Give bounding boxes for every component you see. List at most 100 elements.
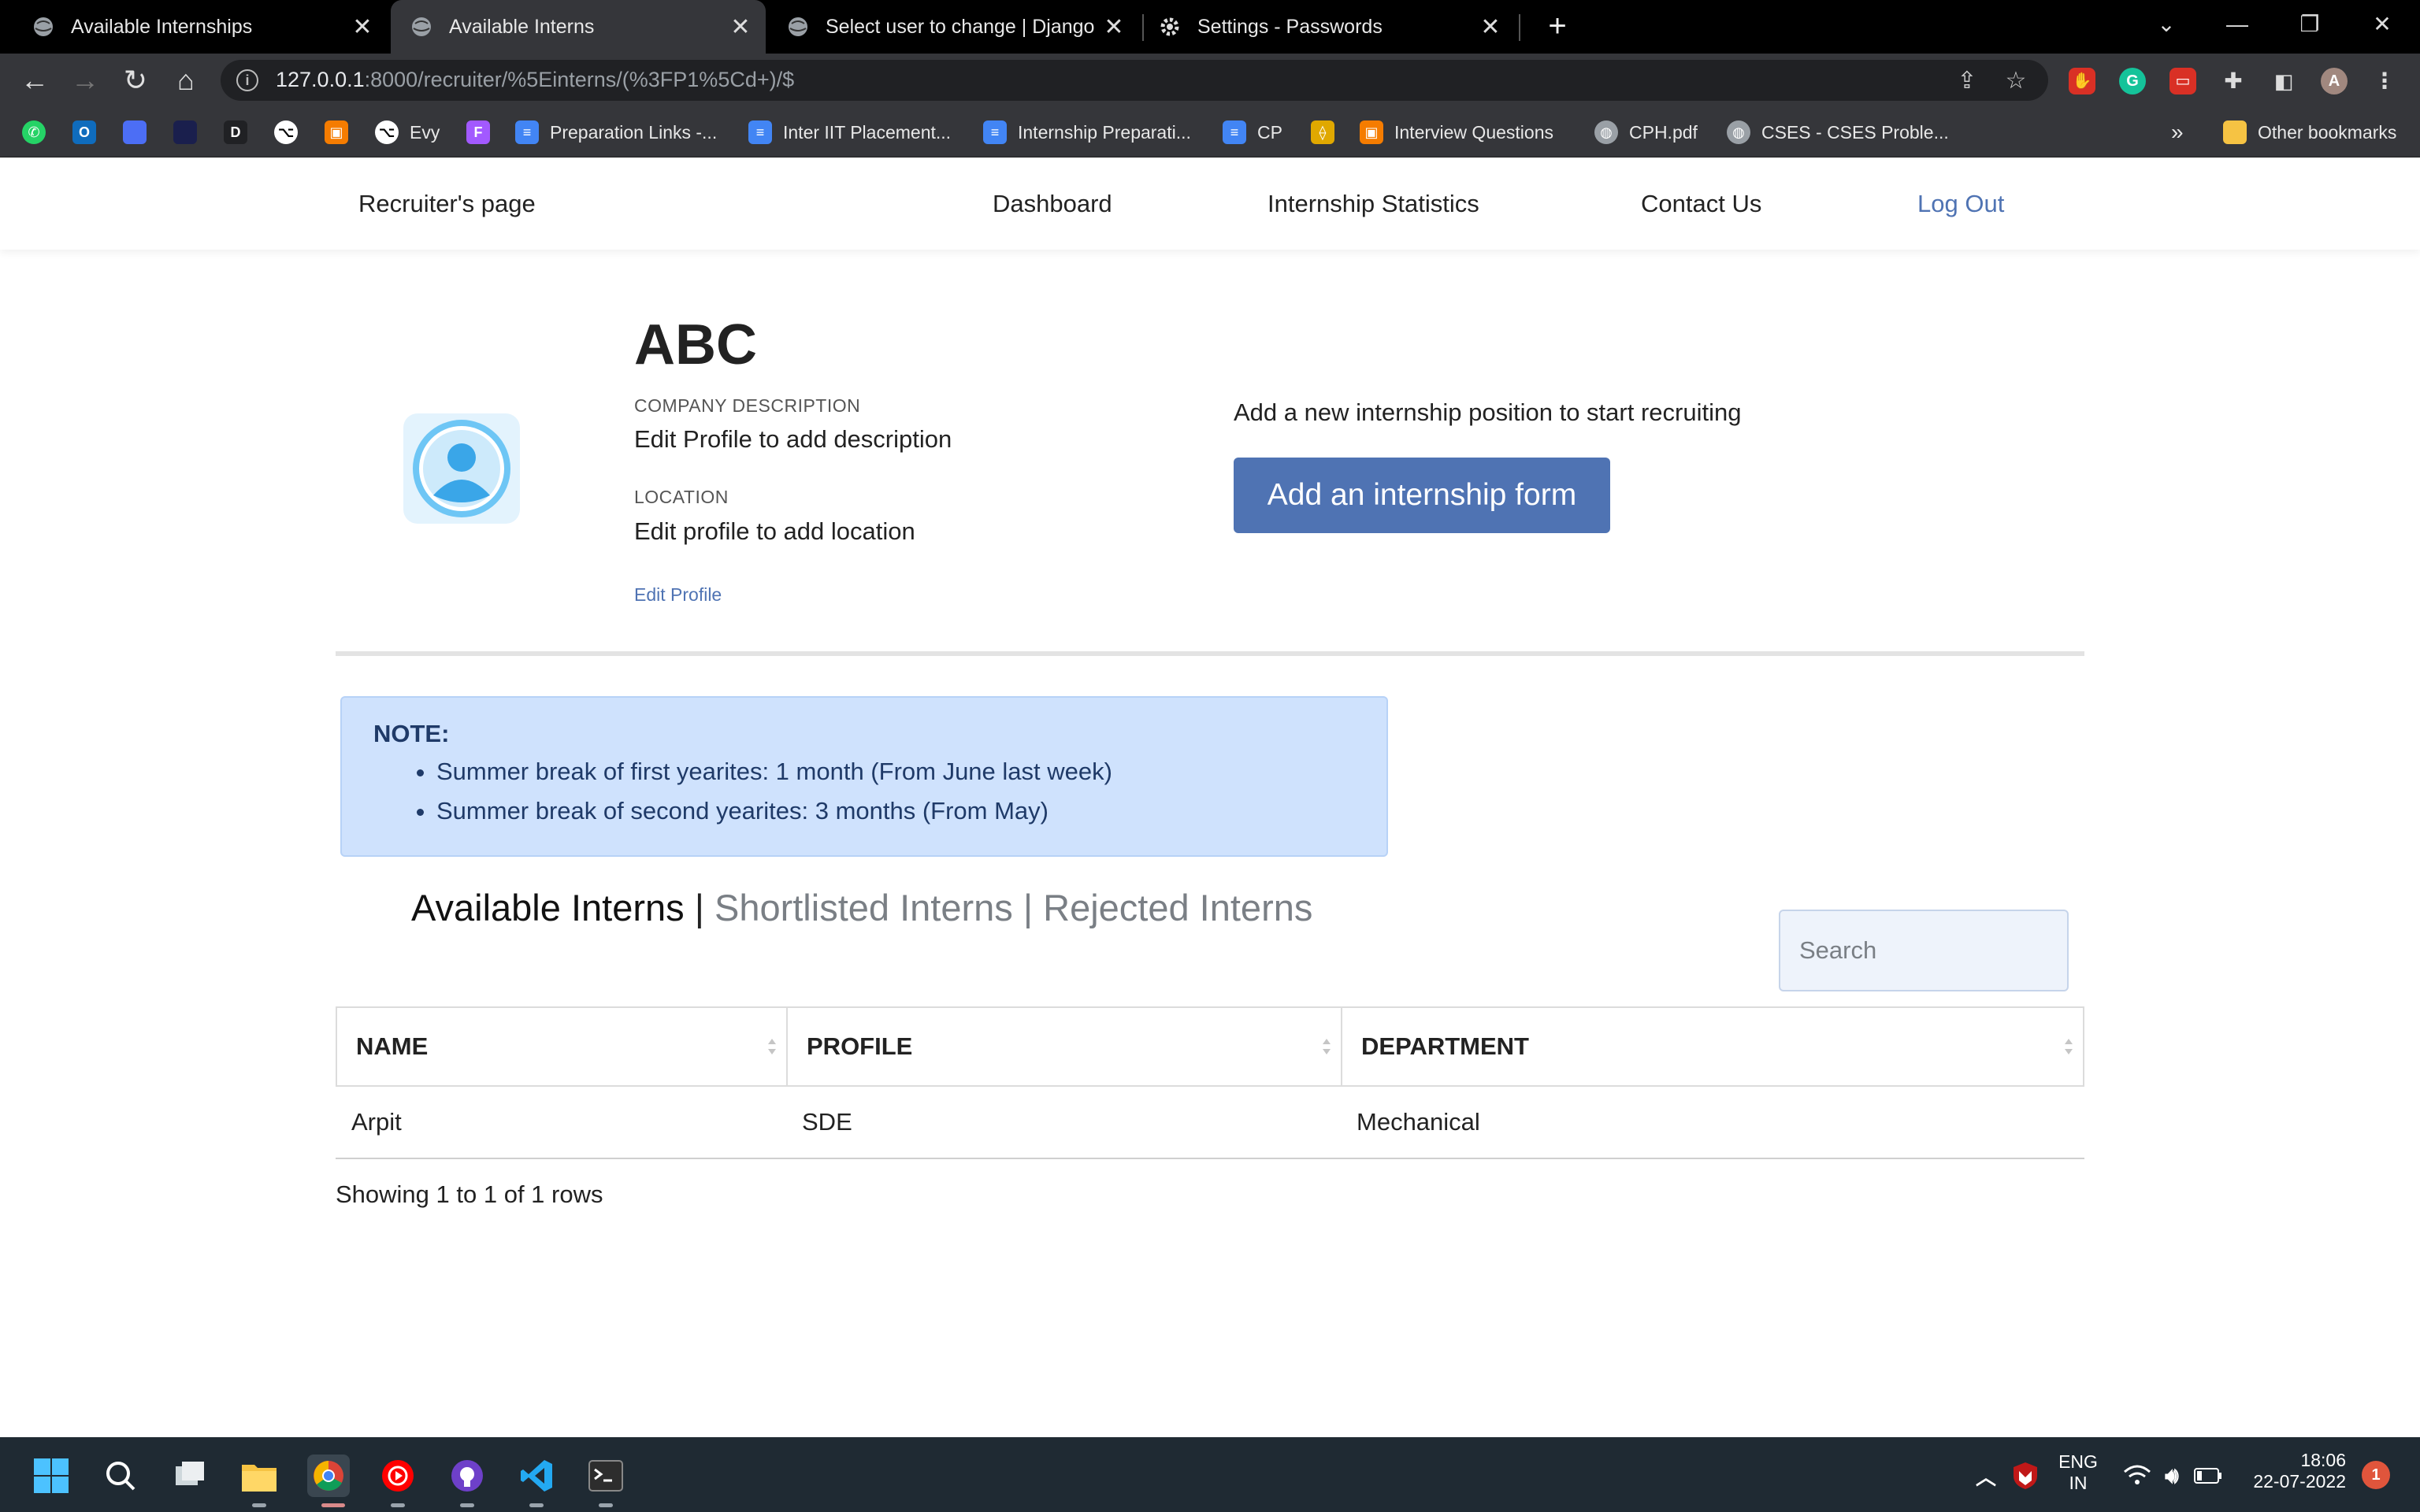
reload-icon[interactable]: ↻: [117, 61, 154, 99]
close-icon[interactable]: ✕: [725, 13, 756, 41]
bookmark-app[interactable]: [123, 118, 158, 146]
nav-link-dashboard[interactable]: Dashboard: [993, 190, 1112, 218]
close-icon[interactable]: ✕: [1475, 13, 1506, 41]
vscode-icon[interactable]: [515, 1455, 558, 1497]
mcafee-icon[interactable]: [2004, 1455, 2047, 1497]
nav-link-internship-statistics[interactable]: Internship Statistics: [1268, 190, 1479, 218]
bookmark-cp[interactable]: ≡ CP: [1223, 118, 1282, 146]
youtube-music-icon[interactable]: [377, 1455, 419, 1497]
table-pagination-info: Showing 1 to 1 of 1 rows: [336, 1180, 603, 1208]
bookmarks-bar: ✆ O D ⌥ ▣ ⌥ Evy F ≡ Preparation Links -...…: [0, 107, 2420, 158]
d-icon: D: [224, 120, 247, 144]
bookmark-d[interactable]: D: [224, 118, 258, 146]
bookmark-cph-pdf[interactable]: ◍ CPH.pdf: [1594, 118, 1698, 146]
column-header-profile[interactable]: PROFILE: [788, 1008, 1341, 1085]
battery-icon[interactable]: [2187, 1455, 2229, 1497]
tab-title: Available Interns: [449, 15, 595, 38]
note-item: Summer break of second yearites: 3 month…: [436, 797, 1112, 825]
table-row[interactable]: Arpit SDE Mechanical: [336, 1087, 2084, 1159]
bookmark-internship-preparation[interactable]: ≡ Internship Preparati...: [983, 118, 1191, 146]
bookmark-whatsapp[interactable]: ✆: [22, 118, 57, 146]
language-indicator[interactable]: ENG IN: [2051, 1451, 2105, 1494]
bookmark-app[interactable]: [173, 118, 208, 146]
figma-icon: F: [466, 120, 490, 144]
chrome-icon[interactable]: [307, 1455, 350, 1497]
clock[interactable]: 18:06 22-07-2022: [2244, 1450, 2346, 1492]
address-bar[interactable]: i 127.0.0.1:8000/recruiter/%5Einterns/(%…: [221, 60, 2048, 101]
tab-available-interns[interactable]: Available Interns: [411, 887, 685, 928]
windows-start-icon[interactable]: [30, 1455, 72, 1497]
close-icon[interactable]: ✕: [1098, 13, 1130, 41]
nav-link-contact-us[interactable]: Contact Us: [1641, 190, 1761, 218]
bookmark-app[interactable]: ▣: [325, 118, 359, 146]
column-header-department[interactable]: DEPARTMENT: [1342, 1008, 2083, 1085]
share-icon[interactable]: ⇪: [1954, 68, 1980, 94]
search-input[interactable]: [1779, 910, 2069, 991]
bookmark-evy[interactable]: ⌥ Evy: [375, 118, 440, 146]
browser-tab-available-interns[interactable]: Available Interns ✕: [391, 0, 766, 54]
docs-icon: ≡: [748, 120, 772, 144]
more-bookmarks-icon[interactable]: »: [2171, 118, 2184, 146]
company-name: ABC: [634, 313, 757, 376]
minimize-icon[interactable]: —: [2206, 0, 2269, 54]
note-item: Summer break of first yearites: 1 month …: [436, 758, 1112, 786]
site-info-icon[interactable]: i: [236, 69, 258, 91]
home-icon[interactable]: ⌂: [167, 61, 205, 99]
back-arrow-icon[interactable]: ←: [16, 61, 54, 99]
folder-icon: [2223, 120, 2247, 144]
note-title: NOTE:: [373, 720, 450, 747]
app-icon: ▣: [325, 120, 348, 144]
browser-tab-available-internships[interactable]: Available Internships ✕: [0, 0, 388, 54]
extension-icon[interactable]: ▭: [2169, 68, 2196, 94]
bookmark-cses[interactable]: ◍ CSES - CSES Proble...: [1727, 118, 1949, 146]
browser-tab-strip: Available Internships ✕ Available Intern…: [0, 0, 2420, 54]
close-icon[interactable]: ✕: [347, 13, 378, 41]
nav-link-log-out[interactable]: Log Out: [1917, 190, 2004, 218]
browser-tab-settings-passwords[interactable]: Settings - Passwords ✕: [1144, 0, 1516, 54]
tab-search-chevron-icon[interactable]: ⌄: [2135, 0, 2198, 54]
menu-dots-icon[interactable]: ⋮: [2371, 68, 2398, 94]
bookmark-inter-iit[interactable]: ≡ Inter IIT Placement...: [748, 118, 951, 146]
notification-badge[interactable]: 1: [2362, 1461, 2390, 1489]
github-desktop-icon[interactable]: [446, 1455, 488, 1497]
site-navbar: Recruiter's page Dashboard Internship St…: [0, 158, 2420, 250]
forward-arrow-icon[interactable]: →: [66, 61, 104, 99]
grammarly-icon[interactable]: G: [2119, 68, 2146, 94]
table-header: NAME PROFILE DEPARTMENT: [336, 1006, 2084, 1087]
restore-icon[interactable]: ❐: [2278, 0, 2341, 54]
bookmark-interview-questions[interactable]: ▣ Interview Questions: [1360, 118, 1553, 146]
bookmark-figma[interactable]: F: [466, 118, 501, 146]
tab-rejected-interns[interactable]: Rejected Interns: [1043, 887, 1312, 928]
gear-icon: [1158, 15, 1182, 39]
new-tab-button[interactable]: +: [1538, 6, 1577, 46]
extension-hand-icon[interactable]: ✋: [2069, 68, 2095, 94]
bookmark-star-icon[interactable]: ☆: [2002, 68, 2029, 94]
terminal-icon[interactable]: [585, 1455, 627, 1497]
file-explorer-icon[interactable]: [238, 1455, 280, 1497]
company-description-label: COMPANY DESCRIPTION: [634, 395, 861, 416]
side-panel-icon[interactable]: ◧: [2270, 68, 2297, 94]
profile-avatar[interactable]: A: [2321, 68, 2348, 94]
tab-shortlisted-interns[interactable]: Shortlisted Interns: [714, 887, 1013, 928]
extensions-puzzle-icon[interactable]: ✚: [2220, 68, 2247, 94]
other-bookmarks[interactable]: Other bookmarks: [2223, 118, 2396, 146]
chevron-up-icon[interactable]: ︿: [1965, 1455, 2007, 1497]
browser-tab-django-admin[interactable]: Select user to change | Django si ✕: [769, 0, 1139, 54]
bookmark-github[interactable]: ⌥: [274, 118, 309, 146]
task-view-icon[interactable]: [169, 1455, 211, 1497]
column-header-name[interactable]: NAME: [337, 1008, 786, 1085]
app-icon: [123, 120, 147, 144]
add-internship-hint: Add a new internship position to start r…: [1234, 398, 1742, 426]
edit-profile-link[interactable]: Edit Profile: [634, 584, 722, 606]
add-internship-form-button[interactable]: Add an internship form: [1234, 458, 1610, 533]
bookmark-outlook[interactable]: O: [72, 118, 107, 146]
location-label: LOCATION: [634, 487, 729, 507]
bookmark-app[interactable]: ⟠: [1311, 118, 1345, 146]
bookmark-preparation-links[interactable]: ≡ Preparation Links -...: [515, 118, 717, 146]
url-text[interactable]: 127.0.0.1:8000/recruiter/%5Einterns/(%3F…: [276, 68, 794, 92]
active-indicator: [321, 1503, 345, 1507]
search-icon[interactable]: [99, 1455, 142, 1497]
docs-icon: ≡: [1223, 120, 1246, 144]
window-close-icon[interactable]: ✕: [2351, 0, 2414, 54]
navbar-brand[interactable]: Recruiter's page: [358, 190, 536, 218]
